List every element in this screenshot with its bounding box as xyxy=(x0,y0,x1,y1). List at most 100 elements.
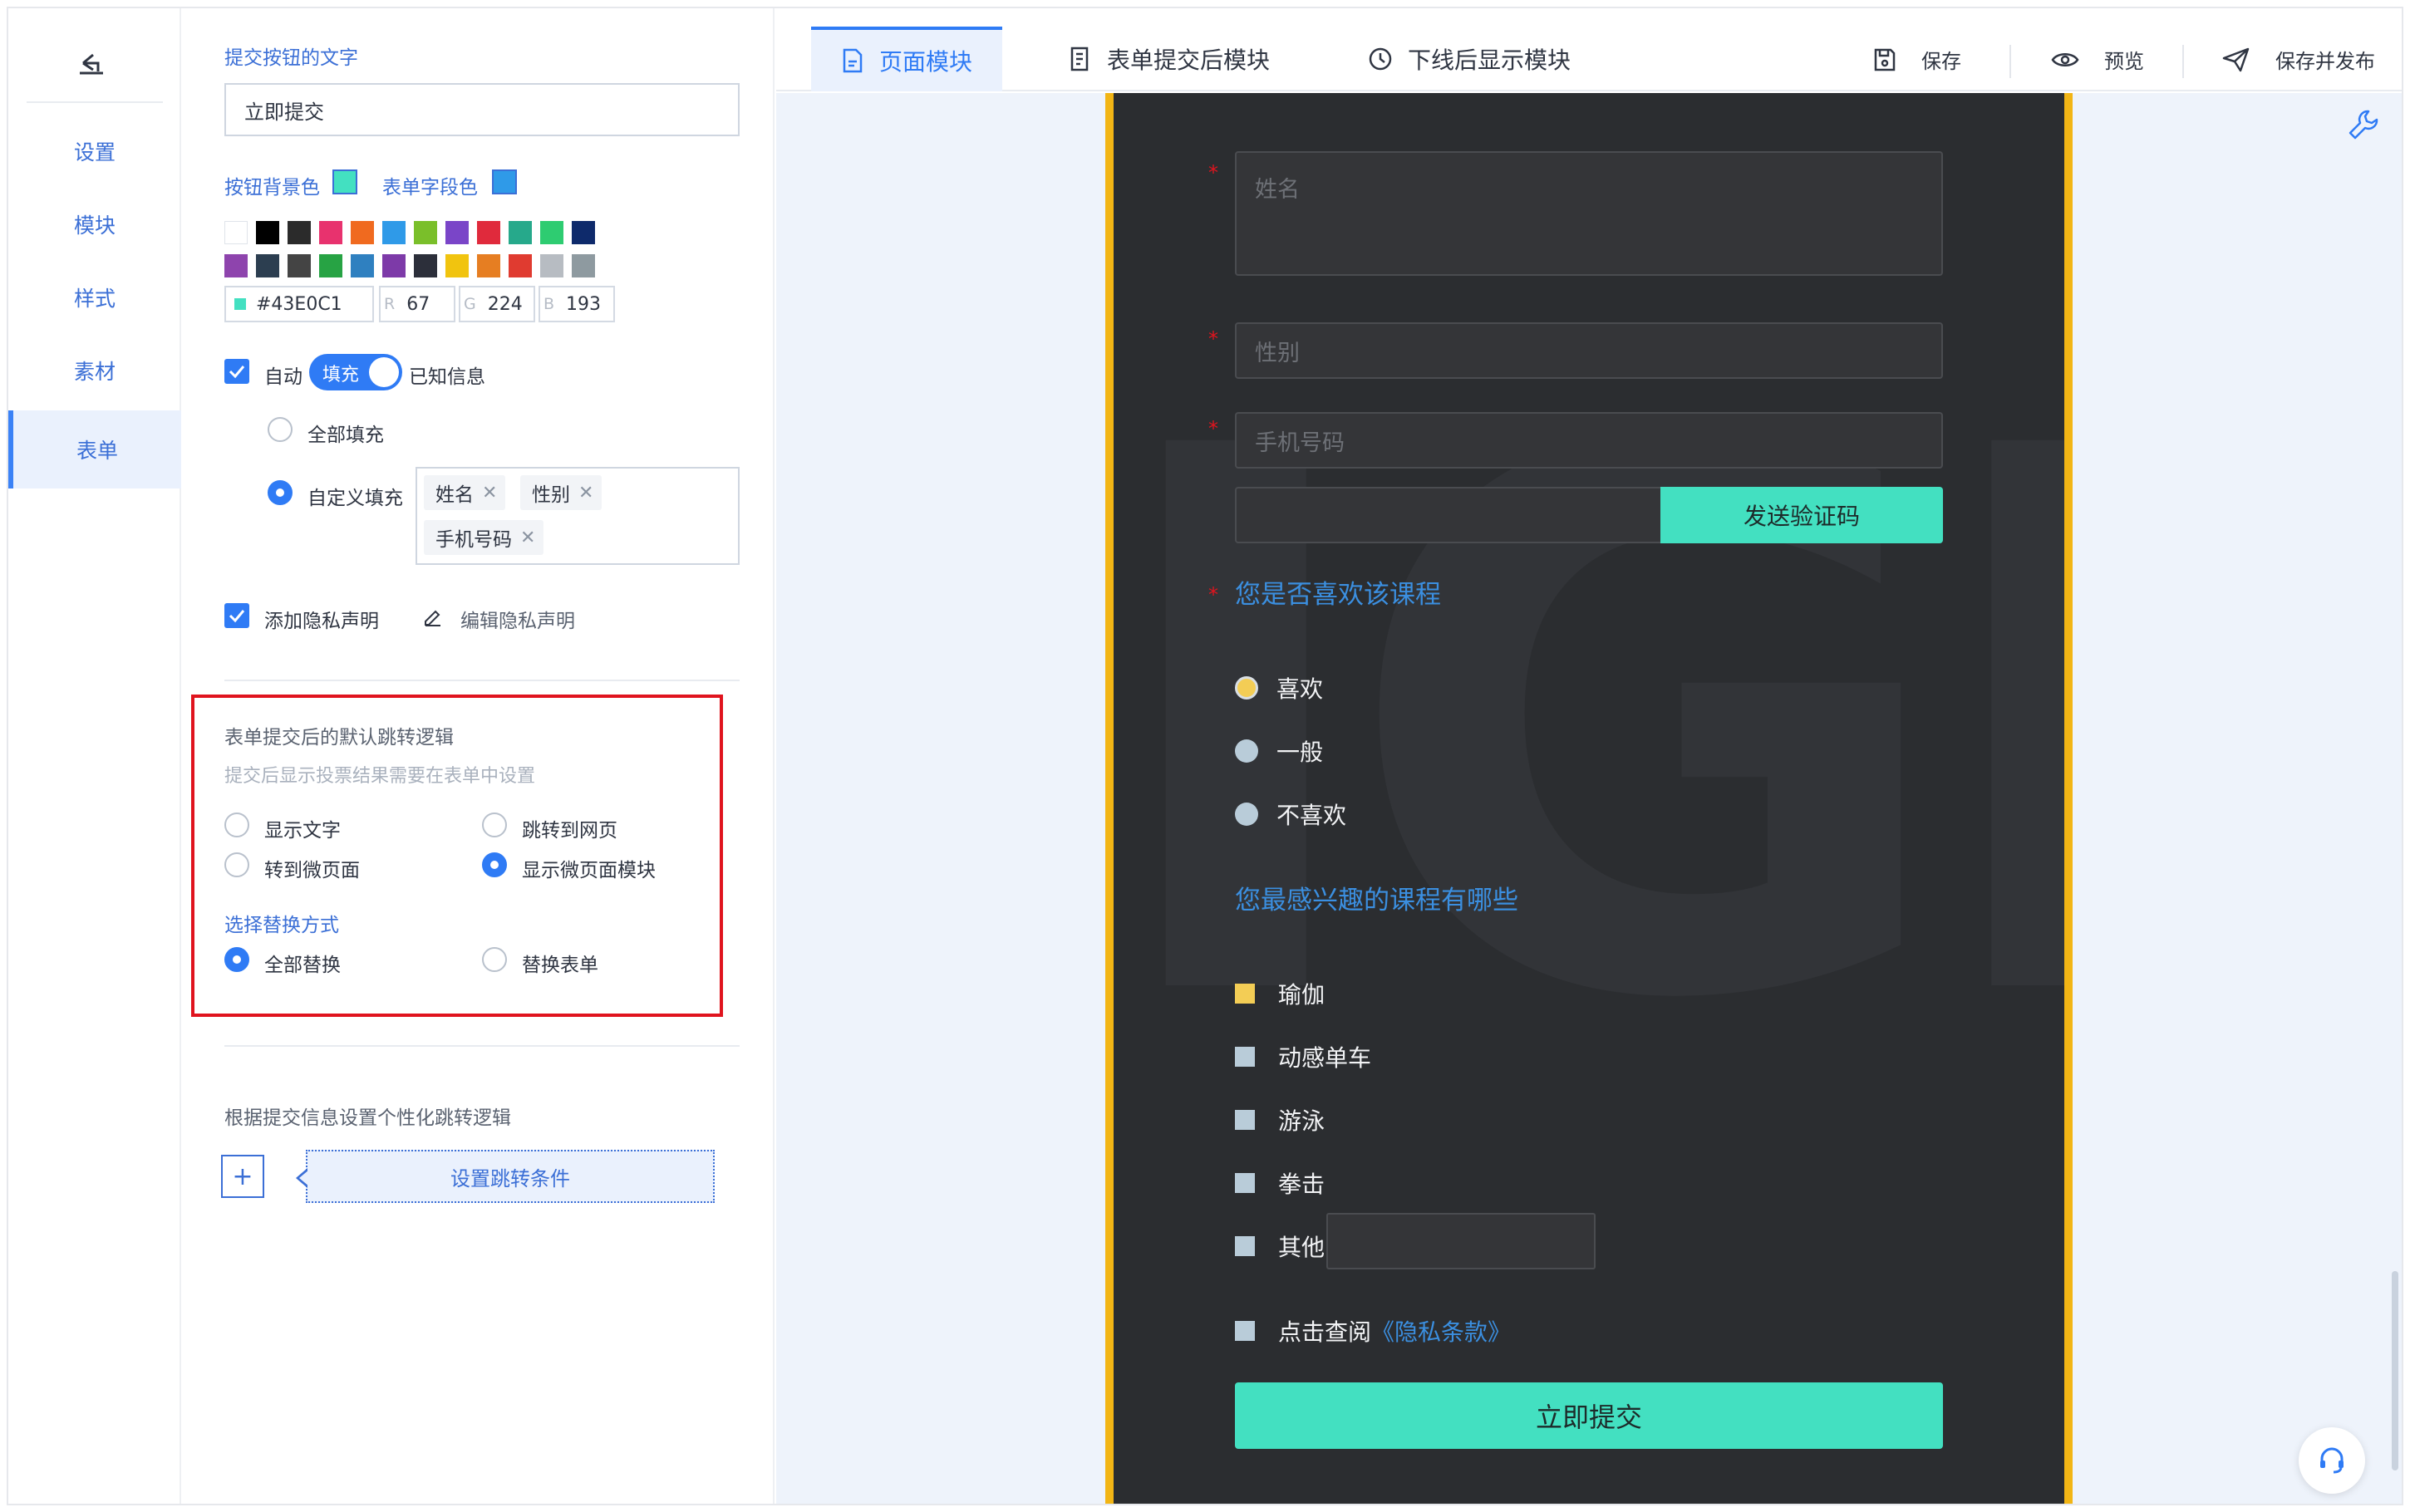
color-swatch[interactable] xyxy=(224,254,248,277)
nav-item-styles[interactable]: 样式 xyxy=(8,261,181,334)
gender-field[interactable]: 性别 xyxy=(1235,322,1943,379)
option-boxing[interactable]: 拳击 xyxy=(1235,1166,1325,1200)
nav-item-materials[interactable]: 素材 xyxy=(8,334,181,407)
radio-dot-selected xyxy=(1235,676,1258,700)
redirect-radio-micropage[interactable] xyxy=(224,852,249,877)
edit-privacy-link[interactable]: 编辑隐私声明 xyxy=(460,605,575,633)
color-swatch[interactable] xyxy=(414,221,437,244)
remove-tag-icon[interactable]: ✕ xyxy=(578,483,593,503)
color-swatch[interactable] xyxy=(509,254,532,277)
top-bar: 页面模块 表单提交后模块 下线后显示模块 保存 预览 保存并发布 xyxy=(776,8,2402,91)
back-icon[interactable] xyxy=(75,45,108,78)
remove-tag-icon[interactable]: ✕ xyxy=(482,483,497,503)
g-label: G xyxy=(464,295,476,313)
support-button[interactable] xyxy=(2299,1427,2365,1494)
color-swatch[interactable] xyxy=(382,254,406,277)
fill-custom-radio[interactable] xyxy=(268,480,293,505)
auto-fill-checkbox[interactable] xyxy=(224,359,249,384)
radio-dot xyxy=(1235,739,1258,763)
fill-fields-tagbox[interactable]: 姓名 ✕ 性别 ✕ 手机号码 ✕ xyxy=(416,467,740,565)
option-yoga[interactable]: 瑜伽 xyxy=(1235,977,1325,1010)
fill-all-radio[interactable] xyxy=(268,417,293,442)
tab-offline[interactable]: 下线后显示模块 xyxy=(1368,27,1571,91)
option-other[interactable]: 其他 xyxy=(1235,1230,1325,1263)
color-swatch[interactable] xyxy=(319,254,342,277)
r-input[interactable]: R 67 xyxy=(379,286,455,322)
privacy-checkbox[interactable] xyxy=(224,603,249,628)
tag-name: 姓名 ✕ xyxy=(424,475,506,510)
preview-button[interactable]: 预览 xyxy=(2051,45,2144,74)
b-input[interactable]: B 193 xyxy=(539,286,615,322)
color-swatch[interactable] xyxy=(509,221,532,244)
wrench-icon[interactable] xyxy=(2347,108,2380,141)
section-divider xyxy=(224,1045,740,1047)
replace-radio-all[interactable] xyxy=(224,947,249,972)
color-swatch[interactable] xyxy=(256,254,279,277)
save-button[interactable]: 保存 xyxy=(1873,45,1961,74)
save-publish-button[interactable]: 保存并发布 xyxy=(2222,45,2375,74)
option-average-label: 一般 xyxy=(1276,739,1324,766)
edit-icon[interactable] xyxy=(422,605,444,626)
toolbar-separator xyxy=(2182,45,2184,78)
color-swatch[interactable] xyxy=(414,254,437,277)
color-swatch[interactable] xyxy=(288,221,311,244)
tab-after-submit[interactable]: 表单提交后模块 xyxy=(1069,27,1270,91)
option-spinning-label: 动感单车 xyxy=(1278,1044,1372,1072)
redirect-radio-webpage[interactable] xyxy=(482,812,507,837)
color-swatch[interactable] xyxy=(256,221,279,244)
option-like[interactable]: 喜欢 xyxy=(1235,671,1323,704)
b-label: B xyxy=(543,295,555,313)
nav-item-form[interactable]: 表单 xyxy=(8,410,181,488)
scrollbar[interactable] xyxy=(2392,1271,2398,1470)
nav-item-settings[interactable]: 设置 xyxy=(8,115,181,188)
g-input[interactable]: G 224 xyxy=(459,286,535,322)
color-swatch[interactable] xyxy=(288,254,311,277)
option-dislike[interactable]: 不喜欢 xyxy=(1235,798,1346,831)
privacy-terms-link[interactable]: 《隐私条款》 xyxy=(1371,1314,1511,1348)
checkbox xyxy=(1235,1047,1255,1067)
name-field[interactable]: 姓名 xyxy=(1235,151,1943,276)
option-average[interactable]: 一般 xyxy=(1235,734,1323,768)
other-text-input[interactable] xyxy=(1326,1213,1596,1269)
privacy-consent[interactable]: 点击查阅 《隐私条款》 xyxy=(1235,1314,1511,1348)
nav-item-modules[interactable]: 模块 xyxy=(8,188,181,261)
redirect-radio-show-text[interactable] xyxy=(224,812,249,837)
field-color-swatch[interactable] xyxy=(492,169,517,194)
submit-text-input[interactable]: 立即提交 xyxy=(224,83,740,136)
phone-field[interactable]: 手机号码 xyxy=(1235,412,1943,469)
r-value: 67 xyxy=(406,293,430,315)
color-swatch[interactable] xyxy=(319,221,342,244)
tab-page-modules[interactable]: 页面模块 xyxy=(811,27,1003,91)
color-swatch[interactable] xyxy=(477,221,500,244)
color-swatch[interactable] xyxy=(351,221,374,244)
verification-code-field[interactable] xyxy=(1235,487,1667,543)
color-swatch[interactable] xyxy=(477,254,500,277)
color-swatch[interactable] xyxy=(445,254,469,277)
replace-radio-form[interactable] xyxy=(482,947,507,972)
button-bg-swatch[interactable] xyxy=(332,169,357,194)
send-code-button[interactable]: 发送验证码 xyxy=(1660,487,1943,543)
color-swatch[interactable] xyxy=(445,221,469,244)
color-swatch[interactable] xyxy=(540,254,563,277)
option-swimming[interactable]: 游泳 xyxy=(1235,1103,1325,1136)
color-swatch[interactable] xyxy=(572,254,595,277)
save-icon xyxy=(1874,48,1896,71)
redirect-radio-micropage-module[interactable] xyxy=(482,852,507,877)
submit-button[interactable]: 立即提交 xyxy=(1235,1382,1943,1449)
checkbox xyxy=(1235,1173,1255,1193)
color-swatch[interactable] xyxy=(382,221,406,244)
add-condition-button[interactable]: + xyxy=(221,1155,264,1198)
color-swatch[interactable] xyxy=(224,221,248,244)
option-spinning[interactable]: 动感单车 xyxy=(1235,1040,1371,1073)
tab-after-submit-label: 表单提交后模块 xyxy=(1107,47,1271,74)
remove-tag-icon[interactable]: ✕ xyxy=(520,528,535,548)
set-condition-button[interactable]: 设置跳转条件 xyxy=(296,1150,715,1203)
color-swatch[interactable] xyxy=(540,221,563,244)
send-icon xyxy=(2222,47,2250,71)
hex-input[interactable]: #43E0C1 xyxy=(224,286,374,322)
tag-phone: 手机号码 ✕ xyxy=(424,520,544,555)
redirect-option-micropage: 转到微页面 xyxy=(264,860,360,881)
color-swatch[interactable] xyxy=(351,254,374,277)
fill-toggle[interactable]: 填充 xyxy=(309,354,402,390)
color-swatch[interactable] xyxy=(572,221,595,244)
